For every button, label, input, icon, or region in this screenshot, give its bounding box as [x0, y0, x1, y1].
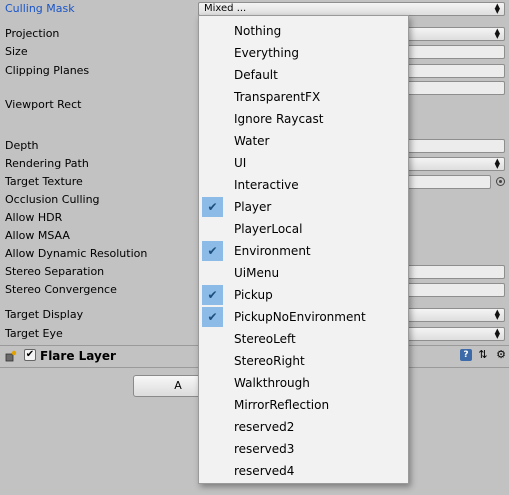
layer-option[interactable]: TransparentFX	[199, 86, 408, 108]
layer-option[interactable]: Everything	[199, 42, 408, 64]
target-eye-label: Target Eye	[5, 327, 63, 340]
layer-option[interactable]: ✔ Player	[199, 196, 408, 218]
layer-option-label: Environment	[234, 244, 311, 258]
dropdown-arrows-icon: ▲ ▼	[494, 157, 500, 170]
layer-option[interactable]: ✔ Pickup	[199, 284, 408, 306]
target-texture-label: Target Texture	[5, 175, 83, 188]
dropdown-arrows-icon: ▲ ▼	[494, 27, 500, 40]
dropdown-arrows-icon: ▲ ▼	[494, 2, 500, 15]
layer-option[interactable]: Ignore Raycast	[199, 108, 408, 130]
flare-layer-title: Flare Layer	[40, 349, 116, 363]
layer-option-label: Nothing	[234, 24, 282, 38]
checkmark-icon: ✔	[202, 307, 223, 327]
clipping-planes-label: Clipping Planes	[5, 64, 90, 77]
layer-option-label: TransparentFX	[234, 90, 321, 104]
layer-option[interactable]: reserved2	[199, 416, 408, 438]
layer-option[interactable]: UiMenu	[199, 262, 408, 284]
culling-mask-label: Culling Mask	[5, 2, 75, 15]
culling-mask-dropdown[interactable]: Mixed ... ▲ ▼	[198, 2, 505, 16]
target-display-label: Target Display	[5, 308, 84, 321]
allow-hdr-label: Allow HDR	[5, 211, 63, 224]
layer-option-label: Default	[234, 68, 278, 82]
layer-option-label: Interactive	[234, 178, 299, 192]
layer-option-label: UiMenu	[234, 266, 280, 280]
depth-label: Depth	[5, 139, 39, 152]
layer-option-label: Player	[234, 200, 272, 214]
layer-option[interactable]: ✔ PickupNoEnvironment	[199, 306, 408, 328]
layer-option[interactable]: ✔ Environment	[199, 240, 408, 262]
object-picker-icon[interactable]	[496, 177, 505, 186]
component-icon	[5, 350, 17, 362]
size-label: Size	[5, 45, 28, 58]
checkmark-icon: ✔	[202, 197, 223, 217]
layer-option-label: UI	[234, 156, 247, 170]
layer-option-label: Walkthrough	[234, 376, 310, 390]
layer-option[interactable]: reserved3	[199, 438, 408, 460]
layer-option-label: StereoLeft	[234, 332, 296, 346]
layer-option-label: MirrorReflection	[234, 398, 330, 412]
dropdown-arrows-icon: ▲ ▼	[494, 308, 500, 321]
layer-option-label: reserved4	[234, 464, 295, 478]
checkmark-icon: ✔	[202, 285, 223, 305]
layer-option[interactable]: StereoRight	[199, 350, 408, 372]
viewport-rect-label: Viewport Rect	[5, 98, 82, 111]
layer-option-label: StereoRight	[234, 354, 305, 368]
help-icon[interactable]: ?	[460, 349, 472, 361]
gear-icon[interactable]: ⚙	[495, 349, 507, 361]
layer-option[interactable]: MirrorReflection	[199, 394, 408, 416]
layer-option-label: PickupNoEnvironment	[234, 310, 366, 324]
layer-option-label: PlayerLocal	[234, 222, 303, 236]
layer-option-label: Water	[234, 134, 270, 148]
flare-layer-enabled-checkbox[interactable]: ✔	[24, 349, 36, 361]
layer-option-label: Pickup	[234, 288, 273, 302]
layer-option[interactable]: Default	[199, 64, 408, 86]
dropdown-arrows-icon: ▲ ▼	[494, 327, 500, 340]
layer-option[interactable]: UI	[199, 152, 408, 174]
rendering-path-label: Rendering Path	[5, 157, 89, 170]
layer-option[interactable]: PlayerLocal	[199, 218, 408, 240]
layer-option[interactable]: Water	[199, 130, 408, 152]
layer-option[interactable]: Nothing	[199, 20, 408, 42]
culling-mask-menu: Nothing Everything Default TransparentFX Ign…	[198, 15, 409, 484]
culling-mask-value: Mixed ...	[204, 3, 247, 14]
stereo-convergence-label: Stereo Convergence	[5, 283, 117, 296]
add-component-label: A	[174, 379, 182, 392]
layer-option[interactable]: reserved4	[199, 460, 408, 482]
layer-option-label: reserved2	[234, 420, 295, 434]
layer-option-label: reserved3	[234, 442, 295, 456]
allow-msaa-label: Allow MSAA	[5, 229, 70, 242]
allow-dynamic-resolution-label: Allow Dynamic Resolution	[5, 247, 148, 260]
projection-label: Projection	[5, 27, 60, 40]
layer-option-label: Everything	[234, 46, 299, 60]
layer-option-label: Ignore Raycast	[234, 112, 324, 126]
layer-option[interactable]: StereoLeft	[199, 328, 408, 350]
checkmark-icon: ✔	[202, 241, 223, 261]
layer-option[interactable]: Walkthrough	[199, 372, 408, 394]
stereo-separation-label: Stereo Separation	[5, 265, 105, 278]
layer-option[interactable]: Interactive	[199, 174, 408, 196]
occlusion-culling-label: Occlusion Culling	[5, 193, 100, 206]
preset-icon[interactable]: ⇅	[477, 349, 489, 361]
